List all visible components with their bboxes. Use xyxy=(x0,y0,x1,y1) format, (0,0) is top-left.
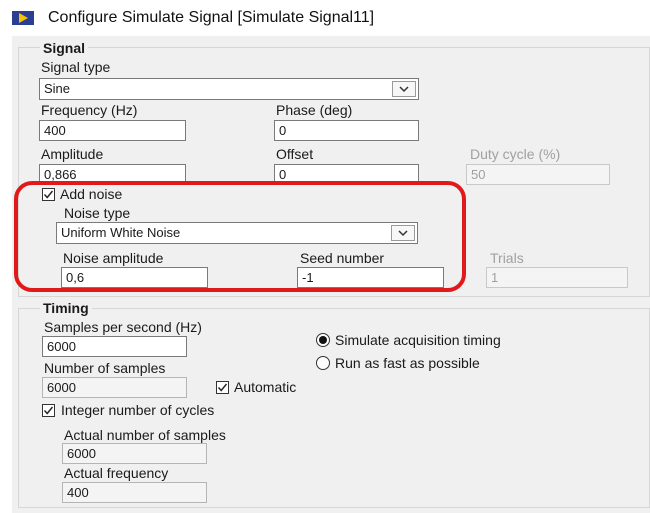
integer-cycles-checkbox[interactable] xyxy=(42,404,55,417)
trials-field: 1 xyxy=(486,267,628,288)
automatic-label: Automatic xyxy=(234,379,297,395)
automatic-checkbox[interactable] xyxy=(216,381,229,394)
actual-samples-field: 6000 xyxy=(62,443,207,464)
duty-cycle-field: 50 xyxy=(466,164,610,185)
amplitude-label: Amplitude xyxy=(41,146,104,162)
noise-highlight-annotation xyxy=(14,181,466,292)
duty-cycle-label: Duty cycle (%) xyxy=(470,146,561,162)
actual-samples-label: Actual number of samples xyxy=(64,427,226,443)
number-of-samples-label: Number of samples xyxy=(44,360,166,376)
title-bar: Configure Simulate Signal [Simulate Sign… xyxy=(0,0,650,36)
frequency-field[interactable]: 400 xyxy=(39,120,186,141)
signal-type-select[interactable]: Sine xyxy=(39,78,419,100)
signal-type-label: Signal type xyxy=(41,59,111,75)
trials-label: Trials xyxy=(490,250,524,266)
offset-label: Offset xyxy=(276,146,314,162)
actual-frequency-label: Actual frequency xyxy=(64,465,169,481)
timing-section-title: Timing xyxy=(40,300,92,316)
simulate-timing-label: Simulate acquisition timing xyxy=(335,332,501,348)
samples-per-second-label: Samples per second (Hz) xyxy=(44,319,202,335)
window-title: Configure Simulate Signal [Simulate Sign… xyxy=(48,9,375,26)
frequency-label: Frequency (Hz) xyxy=(41,102,138,118)
checkmark-icon xyxy=(43,406,54,415)
samples-per-second-field[interactable]: 6000 xyxy=(42,336,187,357)
checkmark-icon xyxy=(217,383,228,392)
labview-vi-icon xyxy=(12,11,34,25)
phase-field[interactable]: 0 xyxy=(274,120,419,141)
simulate-timing-radio[interactable] xyxy=(316,333,330,347)
integer-cycles-label: Integer number of cycles xyxy=(61,402,215,418)
run-fast-radio[interactable] xyxy=(316,356,330,370)
actual-frequency-field: 400 xyxy=(62,482,207,503)
chevron-down-icon[interactable] xyxy=(392,81,416,97)
signal-type-value: Sine xyxy=(44,81,71,96)
signal-section-title: Signal xyxy=(40,40,89,56)
number-of-samples-field: 6000 xyxy=(42,377,187,398)
phase-label: Phase (deg) xyxy=(276,102,353,118)
run-fast-label: Run as fast as possible xyxy=(335,355,480,371)
